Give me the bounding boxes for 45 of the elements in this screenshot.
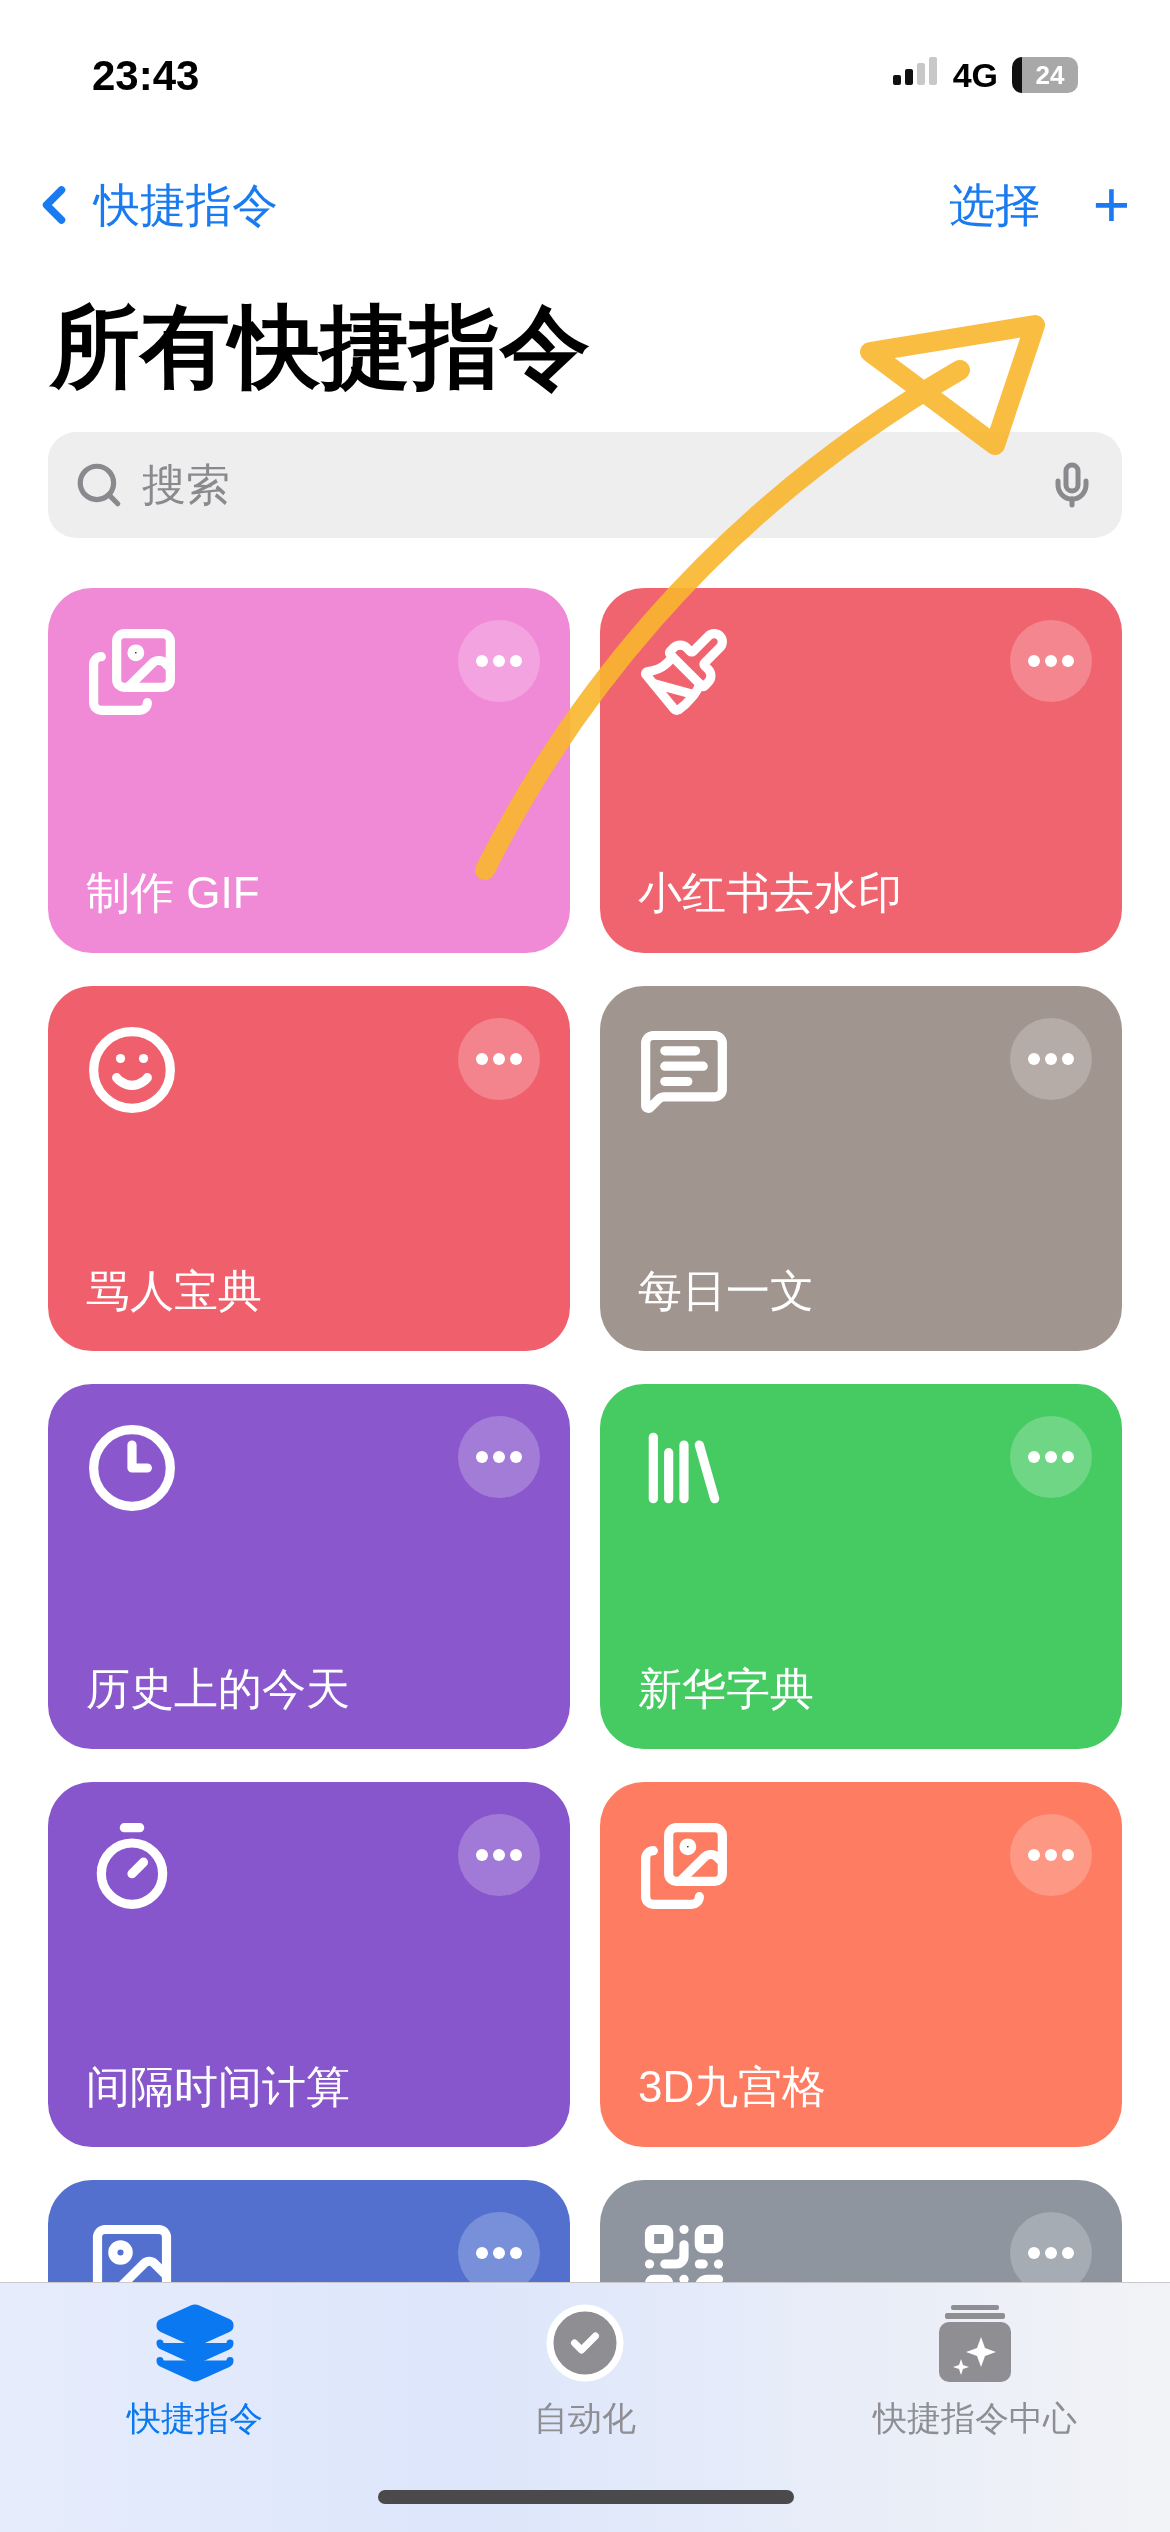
more-icon — [476, 655, 522, 667]
back-button[interactable]: 快捷指令 — [24, 170, 278, 240]
tab-item[interactable]: 自动化 — [420, 2301, 750, 2532]
shortcut-card[interactable]: 间隔时间计算 — [48, 1782, 570, 2147]
page-title: 所有快捷指令 — [48, 296, 591, 399]
select-button[interactable]: 选择 — [948, 170, 1041, 240]
status-time: 23:43 — [92, 50, 200, 101]
shortcut-card[interactable]: 小红书去水印 — [600, 588, 1122, 953]
shortcut-card[interactable]: 历史上的今天 — [48, 1384, 570, 1749]
search-input[interactable]: 搜索 — [142, 452, 1030, 518]
more-icon — [1028, 2247, 1074, 2259]
shortcut-card[interactable]: 每日一文 — [600, 986, 1122, 1351]
more-icon — [476, 1053, 522, 1065]
shortcut-title: 3D九宫格 — [638, 2065, 828, 2109]
more-icon — [1028, 1849, 1074, 1861]
shortcut-title: 每日一文 — [638, 1269, 815, 1313]
tab-item[interactable]: 快捷指令 — [30, 2301, 360, 2532]
search-field[interactable]: 搜索 — [48, 432, 1122, 538]
tab-item[interactable]: 快捷指令中心 — [810, 2301, 1140, 2532]
battery-indicator: 24 — [1012, 57, 1078, 93]
images-icon — [638, 1820, 730, 1912]
shortcut-title: 制作 GIF — [86, 871, 261, 915]
more-icon — [476, 1849, 522, 1861]
clock-icon — [86, 1422, 178, 1514]
shortcut-card[interactable]: 制作 GIF — [48, 588, 570, 953]
shortcut-title: 新华字典 — [638, 1667, 815, 1711]
more-icon — [1028, 1451, 1074, 1463]
shortcut-card[interactable]: 骂人宝典 — [48, 986, 570, 1351]
shortcut-title: 骂人宝典 — [86, 1269, 263, 1313]
smiley-icon — [86, 1024, 178, 1116]
more-icon — [1028, 655, 1074, 667]
paintbrush-icon — [638, 626, 730, 718]
shortcut-card[interactable]: 3D九宫格 — [600, 1782, 1122, 2147]
add-button[interactable]: + — [1092, 173, 1130, 237]
shortcut-card[interactable] — [600, 2180, 1122, 2282]
shortcut-title: 小红书去水印 — [638, 871, 903, 915]
shortcut-card[interactable] — [48, 2180, 570, 2282]
network-label: 4G — [952, 54, 998, 96]
more-icon — [476, 1451, 522, 1463]
more-icon — [476, 2247, 522, 2259]
images-icon — [86, 626, 178, 718]
more-icon — [1028, 1053, 1074, 1065]
shortcut-title: 间隔时间计算 — [86, 2065, 351, 2109]
shortcut-title: 历史上的今天 — [86, 1667, 351, 1711]
shortcut-card[interactable]: 新华字典 — [600, 1384, 1122, 1749]
